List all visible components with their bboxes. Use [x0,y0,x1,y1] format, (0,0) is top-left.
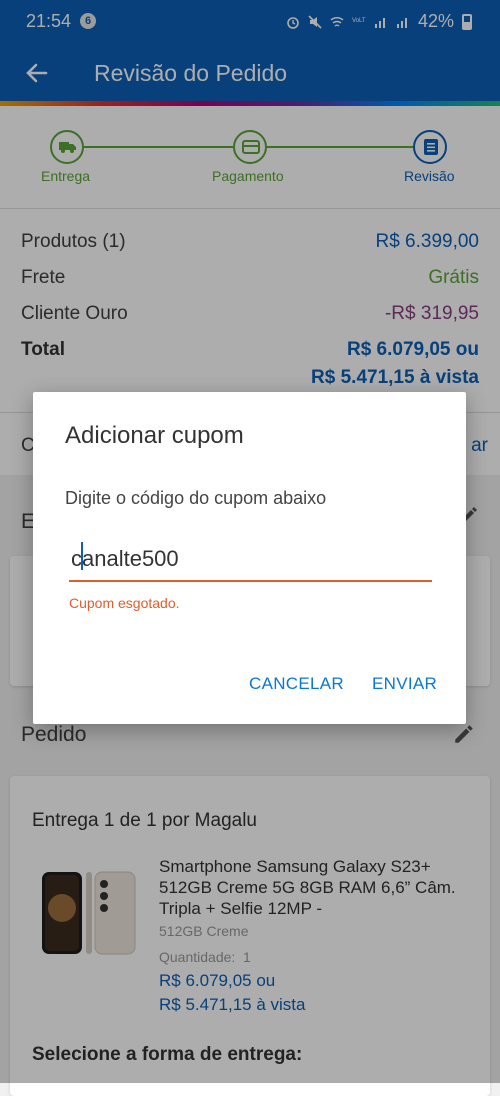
add-coupon-dialog: Adicionar cupom Digite o código do cupom… [33,392,466,724]
text-cursor [81,542,83,570]
send-button[interactable]: ENVIAR [372,674,437,694]
coupon-code-input[interactable] [69,542,432,582]
coupon-error-message: Cupom esgotado. [69,595,180,611]
dialog-title: Adicionar cupom [65,422,244,449]
cancel-button[interactable]: CANCELAR [249,674,344,694]
dialog-instruction: Digite o código do cupom abaixo [65,488,327,508]
